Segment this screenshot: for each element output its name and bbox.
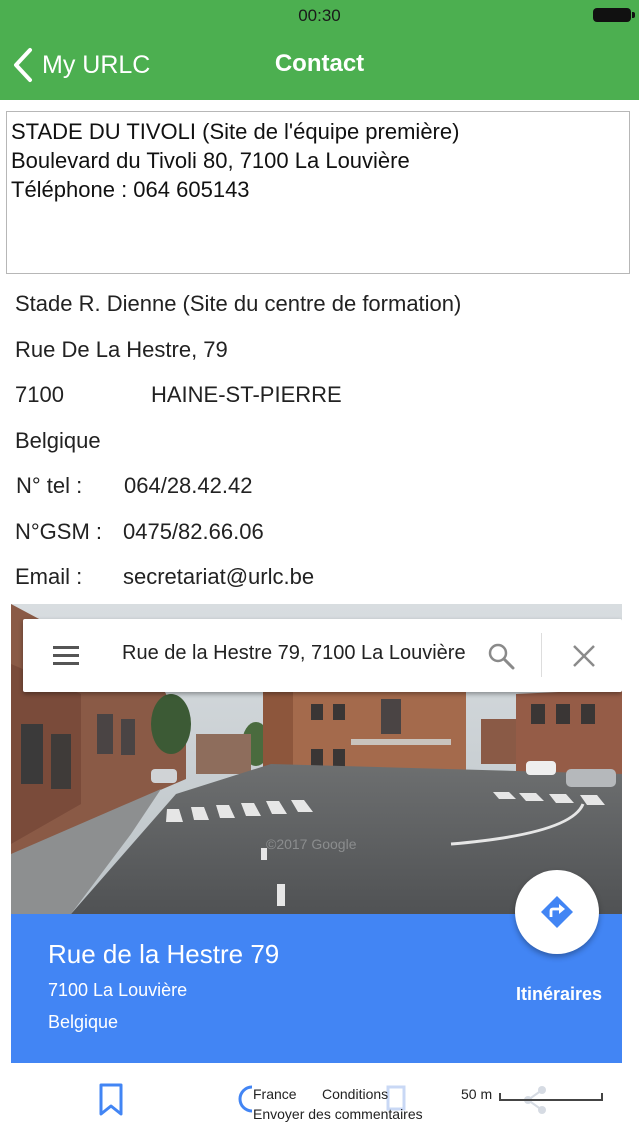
street-row: Rue De La Hestre, 79 bbox=[15, 332, 625, 378]
map-embed[interactable]: ©2017 Google Rue de la Hestre 79, 7100 L… bbox=[11, 604, 622, 1063]
country-name: Belgique bbox=[15, 427, 101, 453]
search-icon[interactable] bbox=[487, 642, 515, 670]
bookmark-icon[interactable] bbox=[98, 1083, 124, 1117]
directions-icon bbox=[541, 896, 573, 928]
country-row: Belgique bbox=[15, 423, 625, 469]
search-divider bbox=[541, 633, 542, 677]
address-line: Boulevard du Tivoli 80, 7100 La Louvière bbox=[11, 148, 410, 173]
contact-info: Stade R. Dienne (Site du centre de forma… bbox=[15, 286, 625, 605]
place-country: Belgique bbox=[48, 1012, 119, 1032]
hamburger-menu-icon[interactable] bbox=[53, 644, 79, 666]
city-name: HAINE-ST-PIERRE bbox=[151, 382, 342, 407]
map-search-card[interactable]: Rue de la Hestre 79, 7100 La Louvière bbox=[23, 619, 622, 692]
directions-button[interactable] bbox=[515, 870, 599, 954]
postcode: 7100 bbox=[15, 382, 64, 407]
venue-name: Stade R. Dienne (Site du centre de forma… bbox=[15, 291, 462, 316]
map-search-input[interactable]: Rue de la Hestre 79, 7100 La Louvière bbox=[122, 642, 465, 665]
phone-value[interactable]: 064/28.42.42 bbox=[124, 468, 252, 504]
map-terms-link[interactable]: Conditions bbox=[322, 1086, 388, 1102]
nearby-icon bbox=[238, 1085, 253, 1113]
status-time: 00:30 bbox=[298, 6, 341, 25]
nav-bar: My URLC Contact bbox=[0, 30, 639, 100]
map-watermark: ©2017 Google bbox=[266, 836, 357, 852]
address-text-box[interactable]: STADE DU TIVOLI (Site de l'équipe premiè… bbox=[6, 111, 630, 274]
email-value[interactable]: secretariat@urlc.be bbox=[123, 559, 314, 595]
email-row: Email : secretariat@urlc.be bbox=[15, 559, 625, 605]
place-title: Rue de la Hestre 79 bbox=[48, 939, 280, 969]
map-feedback-link[interactable]: Envoyer des commentaires bbox=[253, 1106, 423, 1122]
gsm-row: N°GSM : 0475/82.66.06 bbox=[15, 514, 625, 560]
address-line: Téléphone : 064 605143 bbox=[11, 177, 250, 202]
map-country-label: France bbox=[253, 1086, 297, 1102]
gsm-label: N°GSM : bbox=[15, 518, 103, 544]
street-address: Rue De La Hestre, 79 bbox=[15, 336, 228, 362]
close-icon[interactable] bbox=[572, 644, 596, 668]
status-bar: 00:30 bbox=[0, 0, 639, 30]
place-city: 7100 La Louvière bbox=[48, 980, 188, 1000]
city-row: 7100 HAINE-ST-PIERRE bbox=[15, 377, 625, 423]
address-line: STADE DU TIVOLI (Site de l'équipe premiè… bbox=[11, 119, 460, 144]
phone-label: N° tel : bbox=[16, 473, 83, 498]
gsm-value[interactable]: 0475/82.66.06 bbox=[123, 514, 264, 550]
battery-icon bbox=[593, 8, 635, 22]
directions-label[interactable]: Itinéraires bbox=[516, 984, 602, 1005]
page-title: Contact bbox=[274, 50, 365, 77]
venue-row: Stade R. Dienne (Site du centre de forma… bbox=[15, 286, 625, 332]
map-scale-label: 50 m bbox=[461, 1086, 493, 1102]
map-bottom-bar: France Conditions Envoyer des commentair… bbox=[0, 1063, 639, 1136]
phone-row: N° tel : 064/28.42.42 bbox=[15, 468, 625, 514]
map-scale-bar bbox=[499, 1093, 603, 1101]
email-label: Email : bbox=[15, 564, 83, 589]
